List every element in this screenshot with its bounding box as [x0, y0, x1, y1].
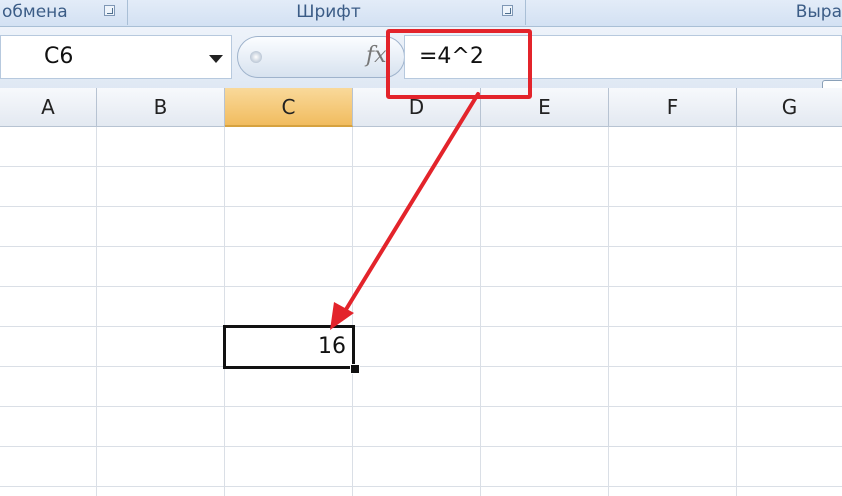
annotation-arrow [330, 92, 480, 330]
annotation-arrow-head [330, 302, 354, 330]
annotation-arrow-line [340, 92, 480, 318]
